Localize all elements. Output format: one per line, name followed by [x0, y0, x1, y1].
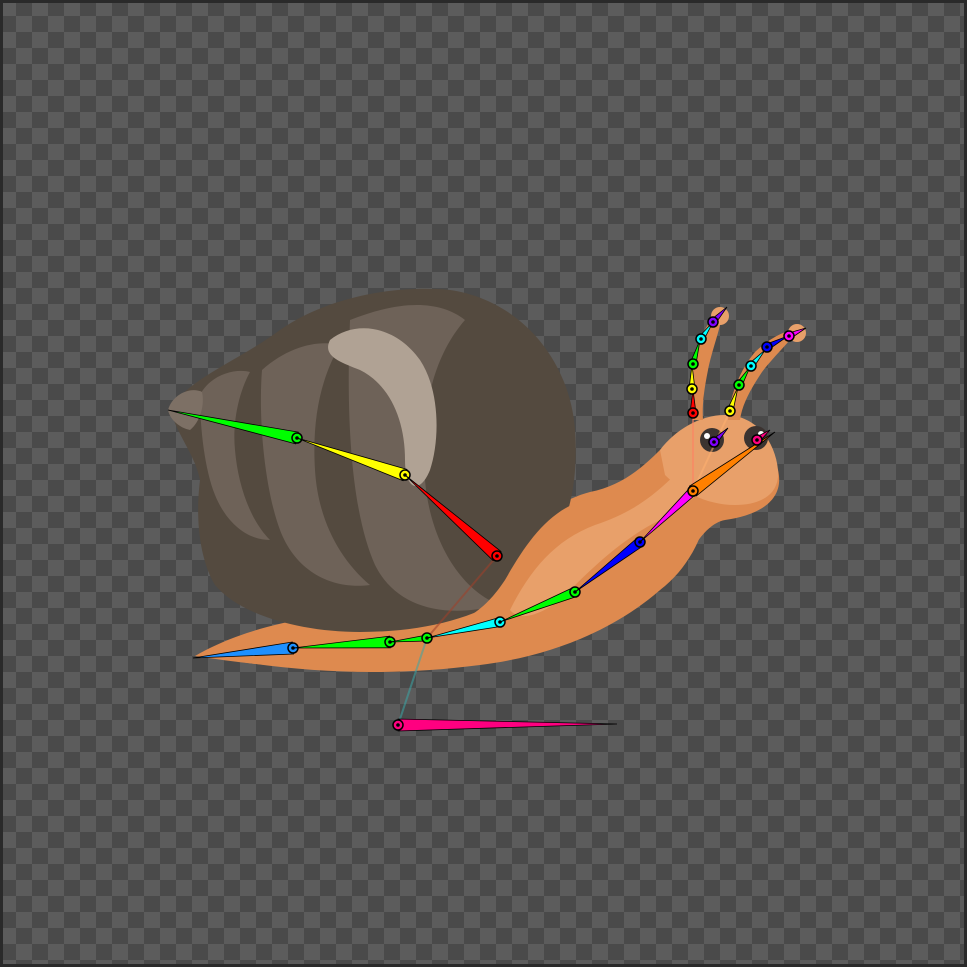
bone-joint-center [691, 489, 695, 493]
bone-joint-center [699, 337, 703, 341]
bone-joint-center [755, 438, 759, 442]
bone-joint-center [495, 554, 499, 558]
canvas-viewport[interactable] [0, 0, 967, 967]
bone-joint-center [728, 409, 732, 413]
eye-left-shine [704, 433, 710, 439]
bone-joint-center [691, 362, 695, 366]
bone-joint-center [787, 334, 791, 338]
stage[interactable] [0, 0, 967, 967]
bone-joint-center [737, 383, 741, 387]
bone-joint-center [712, 440, 716, 444]
bone-joint-center [396, 723, 400, 727]
bone-joint-center [711, 320, 715, 324]
bone-joint-center [691, 411, 695, 415]
bone-joint-center [749, 364, 753, 368]
bone-joint-center [765, 345, 769, 349]
bone-joint-center [690, 387, 694, 391]
